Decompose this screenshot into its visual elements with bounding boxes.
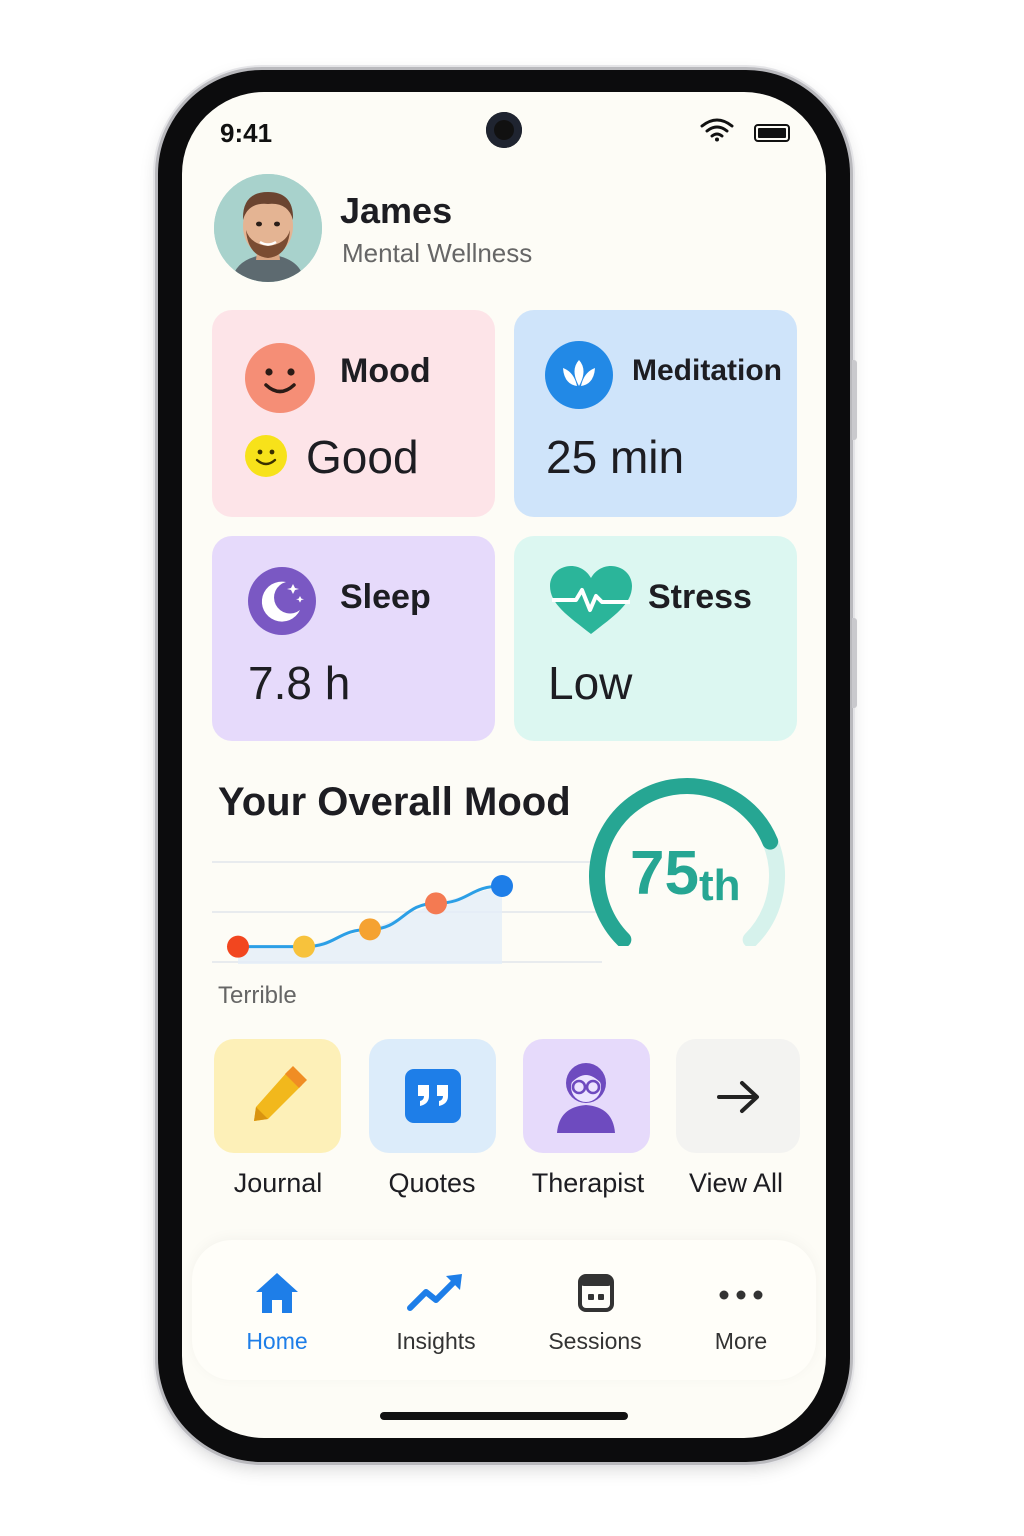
sleep-value: 7.8 h [248,657,351,709]
mood-title: Mood [340,352,431,390]
journal-label: Journal [233,1168,323,1198]
gauge-value: 75th [630,838,741,910]
terrible-label: Terrible [218,982,297,1009]
meditation-card[interactable]: Meditation 25 min [514,310,797,517]
user-name: James [340,190,453,231]
front-camera [486,112,522,148]
quote-icon [405,1069,461,1123]
chart-point [359,918,381,941]
gauge-number: 75 [630,839,699,908]
home-indicator[interactable] [380,1412,628,1420]
mood-card[interactable]: Mood Good [212,310,495,517]
more-icon[interactable] [718,1288,764,1302]
pencil-icon [254,1066,307,1121]
arrow-right-icon [717,1081,759,1113]
nav-sessions-label[interactable]: Sessions [530,1328,660,1355]
quotes-button[interactable] [369,1039,496,1153]
quotes-label: Quotes [388,1168,476,1198]
mood-line-chart [212,861,602,964]
view-all-button[interactable] [676,1039,800,1153]
stress-title: Stress [648,578,752,616]
avatar[interactable] [214,174,322,282]
meditation-value: 25 min [546,431,685,483]
home-icon[interactable] [254,1270,300,1316]
user-subtitle: Mental Wellness [342,238,533,268]
nav-more-label[interactable]: More [676,1328,806,1355]
mood-face-icon [245,343,315,413]
mood-value: Good [306,431,419,483]
lotus-icon [545,341,613,409]
therapist-button[interactable] [523,1039,650,1153]
nav-insights-label[interactable]: Insights [371,1328,501,1355]
wifi-icon [700,118,734,142]
nav-home-label[interactable]: Home [212,1328,342,1355]
view-all-label: View All [688,1168,784,1198]
heart-pulse-icon [550,566,632,634]
therapist-icon [557,1063,615,1133]
stress-card[interactable]: Stress Low [514,536,797,741]
app-screen: 9:41 James Mental Wellness Mood Good Med… [182,92,826,1438]
chart-point [227,935,249,958]
power-button [852,618,857,708]
gauge-suffix: th [698,861,741,910]
calendar-icon[interactable] [577,1272,615,1314]
chart-point [293,935,315,958]
sleep-card[interactable]: Sleep 7.8 h [212,536,495,741]
overall-mood-title: Your Overall Mood [218,780,571,824]
chart-point [491,875,513,897]
gauge-track [742,833,785,946]
therapist-label: Therapist [531,1168,645,1198]
stress-value: Low [548,657,633,709]
meditation-title: Meditation [632,354,782,387]
volume-button [852,360,857,440]
trend-up-icon[interactable] [406,1272,466,1314]
status-time: 9:41 [220,118,273,148]
journal-button[interactable] [214,1039,341,1153]
chart-point [425,892,447,915]
smiley-icon [245,435,287,477]
battery-icon [754,124,790,142]
moon-icon [248,567,316,635]
sleep-title: Sleep [340,578,431,616]
